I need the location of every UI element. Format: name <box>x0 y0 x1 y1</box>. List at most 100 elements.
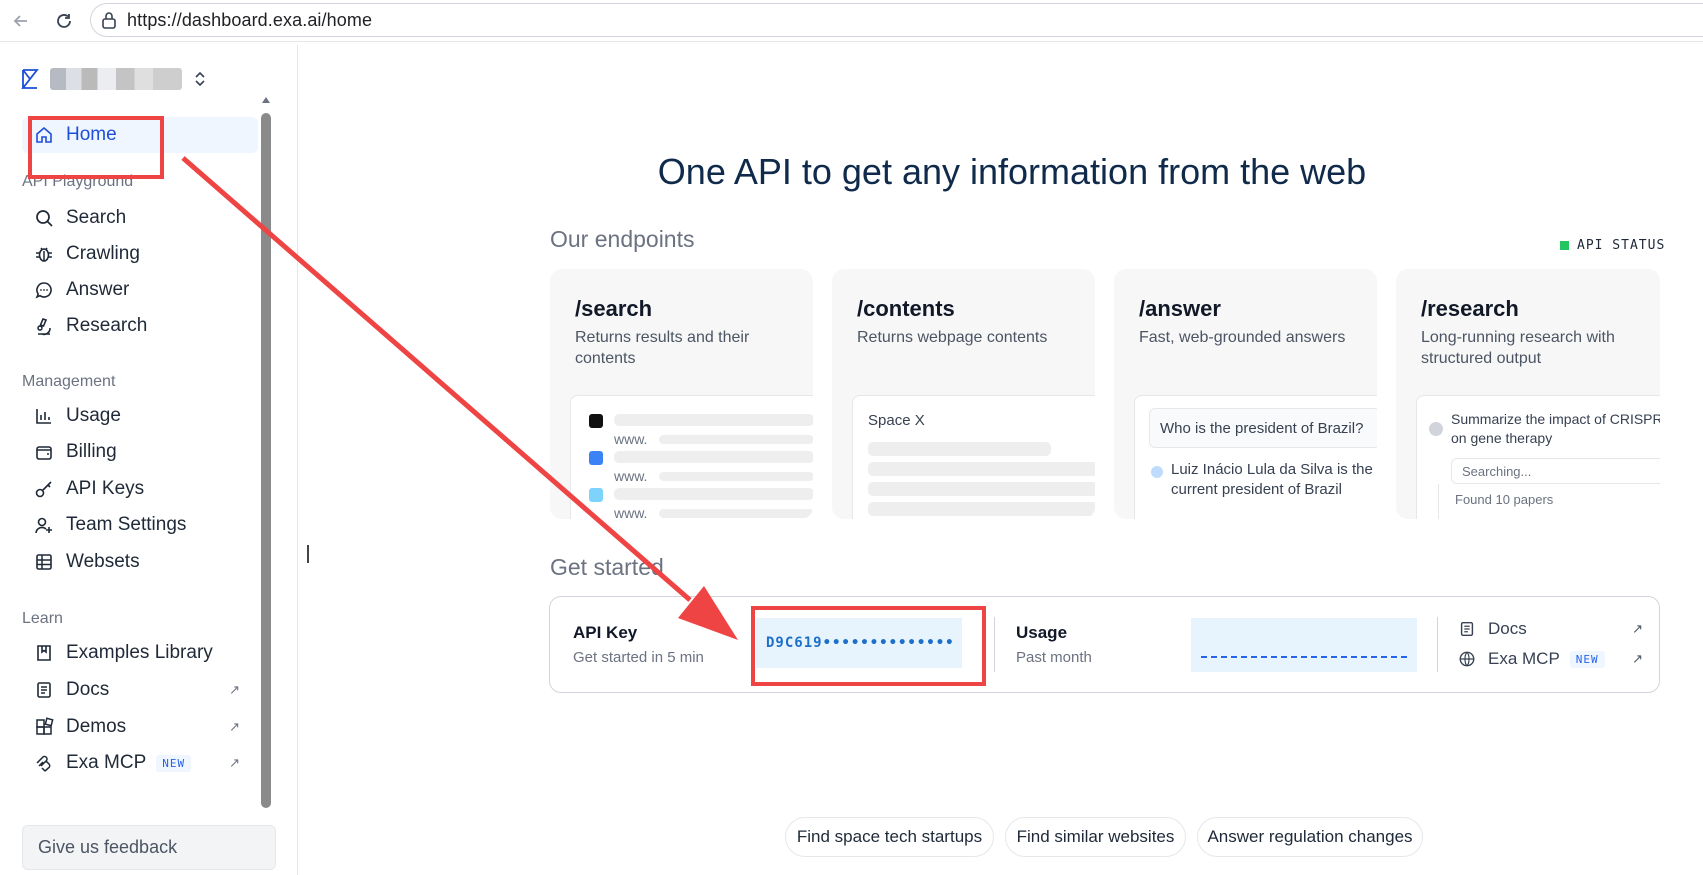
sidebar-item-label: Exa MCP <box>66 752 147 773</box>
new-badge: NEW <box>156 754 192 772</box>
sidebar-item-demos[interactable]: Demos ↗ <box>22 709 258 745</box>
sidebar-item-crawling[interactable]: Crawling <box>22 236 258 272</box>
exa-mcp-link-label: Exa MCP <box>1488 649 1560 668</box>
card-description: Long-running research with structured ou… <box>1421 329 1615 367</box>
sidebar-item-label: API Keys <box>66 478 145 499</box>
microscope-icon <box>34 316 54 336</box>
sidebar-item-websets[interactable]: Websets <box>22 544 258 580</box>
sidebar-item-search[interactable]: Search <box>22 200 258 236</box>
result-url: www. <box>614 505 648 519</box>
mcp-icon <box>34 753 54 773</box>
sidebar-item-api-keys[interactable]: API Keys <box>22 471 258 507</box>
preview-found: Found 10 papers <box>1455 492 1554 507</box>
result-favicon <box>589 414 603 428</box>
result-url: www. <box>614 468 648 484</box>
docs-link-label: Docs <box>1488 619 1527 638</box>
blocks-icon <box>34 717 54 737</box>
get-started-panel: API Key Get started in 5 min D9C619•••••… <box>549 596 1660 693</box>
endpoint-card-search[interactable]: /search Returns results and their conten… <box>550 269 813 519</box>
card-title: /contents <box>857 296 955 321</box>
wallet-icon <box>34 442 54 462</box>
external-link-icon: ↗ <box>1632 621 1643 636</box>
bug-icon <box>34 244 54 264</box>
org-switcher[interactable] <box>20 65 206 93</box>
sidebar-item-label: Docs <box>66 679 110 700</box>
preview-answer: Luiz Inácio Lula da Silva is the current… <box>1171 461 1373 498</box>
skeleton-line <box>614 414 813 426</box>
preview-prompt: Summarize the impact of CRISPR on gene t… <box>1451 411 1660 446</box>
key-icon <box>34 479 54 499</box>
grid-icon <box>34 552 54 572</box>
sidebar-item-team-settings[interactable]: Team Settings <box>22 507 258 543</box>
scrollbar-thumb[interactable] <box>261 113 271 808</box>
bar-chart-icon <box>34 406 54 426</box>
sidebar-item-exa-mcp[interactable]: Exa MCP NEW ↗ <box>22 745 258 781</box>
api-status-link[interactable]: API STATUS <box>1560 238 1665 253</box>
external-link-icon: ↗ <box>229 682 240 697</box>
endpoint-card-research[interactable]: /research Long-running research with str… <box>1396 269 1660 519</box>
exa-mcp-link[interactable]: Exa MCP NEW ↗ <box>1458 649 1643 669</box>
sidebar-item-usage[interactable]: Usage <box>22 398 258 434</box>
document-icon <box>1458 620 1478 638</box>
docs-link[interactable]: Docs ↗ <box>1458 619 1643 639</box>
sidebar-item-label: Demos <box>66 716 127 737</box>
sidebar-item-docs[interactable]: Docs ↗ <box>22 672 258 708</box>
preview-question: Who is the president of Brazil? <box>1149 408 1377 448</box>
back-button[interactable] <box>8 8 34 34</box>
page-title: One API to get any information from the … <box>657 151 1367 192</box>
reload-icon <box>57 14 71 28</box>
reload-button[interactable] <box>51 8 77 34</box>
preview-page-title: Space X <box>868 412 925 429</box>
card-title: /answer <box>1139 296 1221 321</box>
card-description: Returns results and their contents <box>575 329 750 367</box>
sidebar-item-label: Usage <box>66 405 121 426</box>
feedback-button[interactable]: Give us feedback <box>22 825 276 870</box>
address-bar[interactable]: https://dashboard.exa.ai/home <box>90 3 1703 37</box>
book-icon <box>34 643 54 663</box>
search-icon <box>34 208 54 228</box>
answer-preview: Who is the president of Brazil? Luiz Iná… <box>1134 395 1377 519</box>
timeline-line <box>1438 484 1439 519</box>
sidebar-item-label: Examples Library <box>66 642 213 663</box>
section-label-learn: Learn <box>22 610 63 627</box>
card-title: /research <box>1421 296 1519 321</box>
api-status-label: API STATUS <box>1577 238 1666 253</box>
globe-icon <box>1458 650 1478 668</box>
usage-label: Usage <box>1016 623 1068 642</box>
sidebar-item-label: Websets <box>66 551 140 572</box>
skeleton-line <box>868 442 1051 456</box>
sidebar-item-research[interactable]: Research <box>22 308 258 344</box>
skeleton-line <box>868 482 1095 496</box>
result-favicon <box>589 488 603 502</box>
chevron-up-down-icon <box>194 71 206 87</box>
arrow-left-icon <box>13 15 27 27</box>
chat-icon <box>34 280 54 300</box>
skeleton-line <box>614 451 813 463</box>
suggestion-chip[interactable]: Find similar websites <box>1005 817 1186 857</box>
site-info-icon <box>102 12 116 29</box>
annotation-highlight-api-key <box>751 606 986 686</box>
scroll-up-arrow-icon[interactable] <box>262 97 270 103</box>
usage-sparkline[interactable] <box>1191 618 1417 672</box>
sidebar-item-examples-library[interactable]: Examples Library <box>22 635 258 671</box>
suggestion-chip[interactable]: Answer regulation changes <box>1197 817 1423 857</box>
divider <box>994 617 995 672</box>
new-badge: NEW <box>1569 650 1605 668</box>
endpoint-card-contents[interactable]: /contents Returns webpage contents Space… <box>832 269 1095 519</box>
sidebar-item-answer[interactable]: Answer <box>22 272 258 308</box>
get-started-heading: Get started <box>550 554 664 580</box>
search-preview: www. www. www. <box>570 395 813 519</box>
document-icon <box>34 680 54 700</box>
url-text: https://dashboard.exa.ai/home <box>127 9 373 30</box>
browser-toolbar: https://dashboard.exa.ai/home <box>0 0 1703 42</box>
skeleton-line <box>659 509 813 518</box>
card-description: Returns webpage contents <box>857 329 1048 346</box>
skeleton-line <box>868 462 1095 476</box>
sidebar-item-billing[interactable]: Billing <box>22 434 258 470</box>
result-url: www. <box>614 431 648 447</box>
suggestion-chip[interactable]: Find space tech startups <box>785 817 994 857</box>
endpoint-card-answer[interactable]: /answer Fast, web-grounded answers Who i… <box>1114 269 1377 519</box>
sidebar-item-label: Research <box>66 315 148 336</box>
contents-preview: Space X <box>852 395 1095 519</box>
card-description: Fast, web-grounded answers <box>1139 329 1346 346</box>
